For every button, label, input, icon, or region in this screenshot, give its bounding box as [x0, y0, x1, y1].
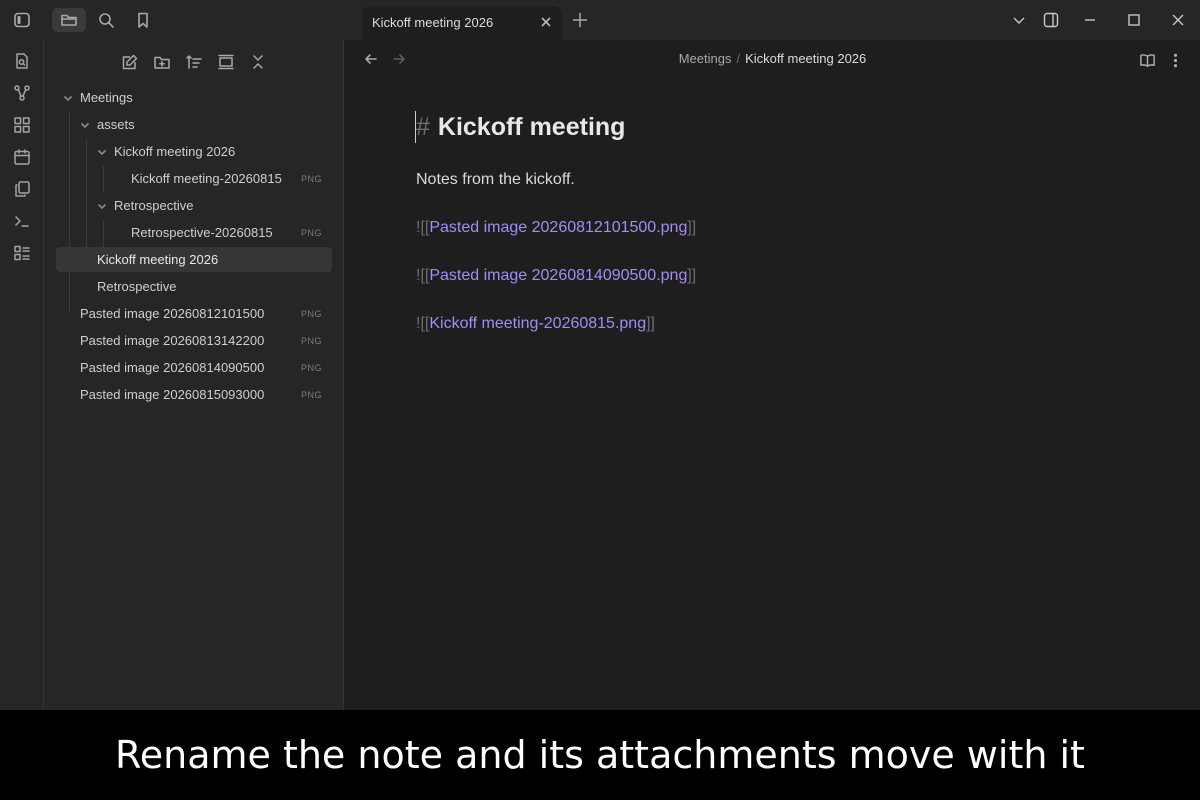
tree-item-label: assets — [97, 117, 135, 132]
tab-title: Kickoff meeting 2026 — [372, 15, 494, 30]
folder-retrospective[interactable]: Retrospective — [56, 193, 332, 218]
breadcrumb-note[interactable]: Kickoff meeting 2026 — [745, 51, 866, 66]
note-kickoff-meeting-2026[interactable]: Kickoff meeting 2026 — [56, 247, 332, 272]
heading-marker: # — [416, 113, 430, 141]
command-palette-icon[interactable] — [11, 242, 33, 264]
terminal-icon[interactable] — [11, 210, 33, 232]
image-embed[interactable]: ![[Kickoff meeting-20260815.png]] — [416, 315, 655, 333]
embed-open-bracket: ![[ — [416, 267, 430, 284]
embed-link[interactable]: Pasted image 20260812101500.png — [429, 219, 687, 236]
embed-open-bracket: ![[ — [416, 315, 430, 332]
tree-item-label: Retrospective — [97, 279, 177, 294]
left-ribbon — [0, 40, 44, 710]
expand-collapse-icon[interactable] — [247, 51, 269, 73]
maximize-icon[interactable] — [1124, 10, 1144, 30]
note-paragraph[interactable]: Notes from the kickoff. — [416, 171, 575, 189]
breadcrumb: Meetings / Kickoff meeting 2026 — [345, 51, 1200, 66]
embed-close-bracket: ]] — [646, 315, 655, 332]
folder-kickoff-meeting-2026[interactable]: Kickoff meeting 2026 — [56, 139, 332, 164]
chevron-down-icon[interactable] — [62, 92, 74, 104]
file-extension-badge: PNG — [300, 173, 322, 184]
file-pasted-image-20260814090500[interactable]: Pasted image 20260814090500 PNG — [56, 355, 332, 380]
more-options-icon[interactable] — [1165, 50, 1185, 70]
embed-open-bracket: ![[ — [416, 219, 430, 236]
file-explorer: Meetings assets Kickoff meeting 2026 Kic… — [44, 40, 344, 710]
chevron-down-icon[interactable] — [79, 119, 91, 131]
file-extension-badge: PNG — [300, 308, 322, 319]
folder-assets[interactable]: assets — [56, 112, 332, 137]
graph-icon[interactable] — [11, 82, 33, 104]
close-window-icon[interactable] — [1168, 10, 1188, 30]
tab-kickoff-meeting[interactable]: Kickoff meeting 2026 — [362, 6, 562, 40]
tree-item-label: Retrospective-20260815 — [131, 225, 273, 240]
quick-switcher-icon[interactable] — [11, 50, 33, 72]
title-bar: Kickoff meeting 2026 — [0, 0, 1200, 40]
tree-item-label: Kickoff meeting-20260815 — [131, 171, 282, 186]
note-heading[interactable]: # Kickoff meeting — [416, 113, 625, 142]
chevron-down-icon[interactable] — [96, 200, 108, 212]
templates-icon[interactable] — [11, 178, 33, 200]
tree-item-label: Meetings — [80, 90, 133, 105]
tree-item-label: Pasted image 20260812101500 — [80, 306, 265, 321]
file-extension-badge: PNG — [300, 362, 322, 373]
chevron-down-icon[interactable] — [96, 146, 108, 158]
caption-text: Rename the note and its attachments move… — [115, 733, 1085, 777]
tree-item-label: Pasted image 20260814090500 — [80, 360, 265, 375]
tree-item-label: Pasted image 20260813142200 — [80, 333, 265, 348]
new-folder-icon[interactable] — [151, 51, 173, 73]
tree-item-label: Kickoff meeting 2026 — [97, 252, 219, 267]
new-note-icon[interactable] — [119, 51, 141, 73]
file-kickoff-meeting-20260815[interactable]: Kickoff meeting-20260815 PNG — [56, 166, 332, 191]
file-extension-badge: PNG — [300, 227, 322, 238]
folder-meetings[interactable]: Meetings — [56, 85, 332, 110]
embed-close-bracket: ]] — [687, 267, 697, 284]
caption-banner: Rename the note and its attachments move… — [0, 710, 1200, 800]
search-icon[interactable] — [93, 8, 119, 32]
image-embed[interactable]: ![[Pasted image 20260812101500.png]] — [416, 219, 696, 237]
right-sidebar-icon[interactable] — [1041, 10, 1061, 30]
file-retrospective-20260815[interactable]: Retrospective-20260815 PNG — [56, 220, 332, 245]
image-embed[interactable]: ![[Pasted image 20260814090500.png]] — [416, 267, 696, 285]
sort-icon[interactable] — [183, 51, 205, 73]
bookmark-icon[interactable] — [130, 8, 156, 32]
note-retrospective[interactable]: Retrospective — [56, 274, 332, 299]
file-extension-badge: PNG — [300, 335, 322, 346]
canvas-icon[interactable] — [11, 114, 33, 136]
file-extension-badge: PNG — [300, 389, 322, 400]
tree-item-label: Kickoff meeting 2026 — [114, 144, 236, 159]
file-pasted-image-20260815093000[interactable]: Pasted image 20260815093000 PNG — [56, 382, 332, 407]
minimize-icon[interactable] — [1080, 10, 1100, 30]
breadcrumb-separator: / — [736, 51, 741, 66]
embed-link[interactable]: Pasted image 20260814090500.png — [429, 267, 687, 284]
sidebar-toggle-icon[interactable] — [9, 8, 35, 32]
plus-icon[interactable] — [570, 10, 592, 32]
collapse-icon[interactable] — [215, 51, 237, 73]
tree-item-label: Pasted image 20260815093000 — [80, 387, 265, 402]
heading-text: Kickoff meeting — [437, 113, 626, 141]
reading-view-icon[interactable] — [1137, 50, 1157, 70]
close-icon[interactable] — [538, 14, 554, 30]
tree-item-label: Retrospective — [114, 198, 194, 213]
embed-close-bracket: ]] — [687, 219, 697, 236]
calendar-icon[interactable] — [11, 146, 33, 168]
editor-pane: Meetings / Kickoff meeting 2026 # Kickoff m… — [345, 40, 1200, 710]
embed-link[interactable]: Kickoff meeting-20260815.png — [429, 315, 646, 332]
file-pasted-image-20260812101500[interactable]: Pasted image 20260812101500 PNG — [56, 301, 332, 326]
file-pasted-image-20260813142200[interactable]: Pasted image 20260813142200 PNG — [56, 328, 332, 353]
folder-icon[interactable] — [52, 8, 86, 32]
breadcrumb-folder[interactable]: Meetings — [679, 51, 732, 66]
chevron-down-icon[interactable] — [1009, 10, 1029, 30]
